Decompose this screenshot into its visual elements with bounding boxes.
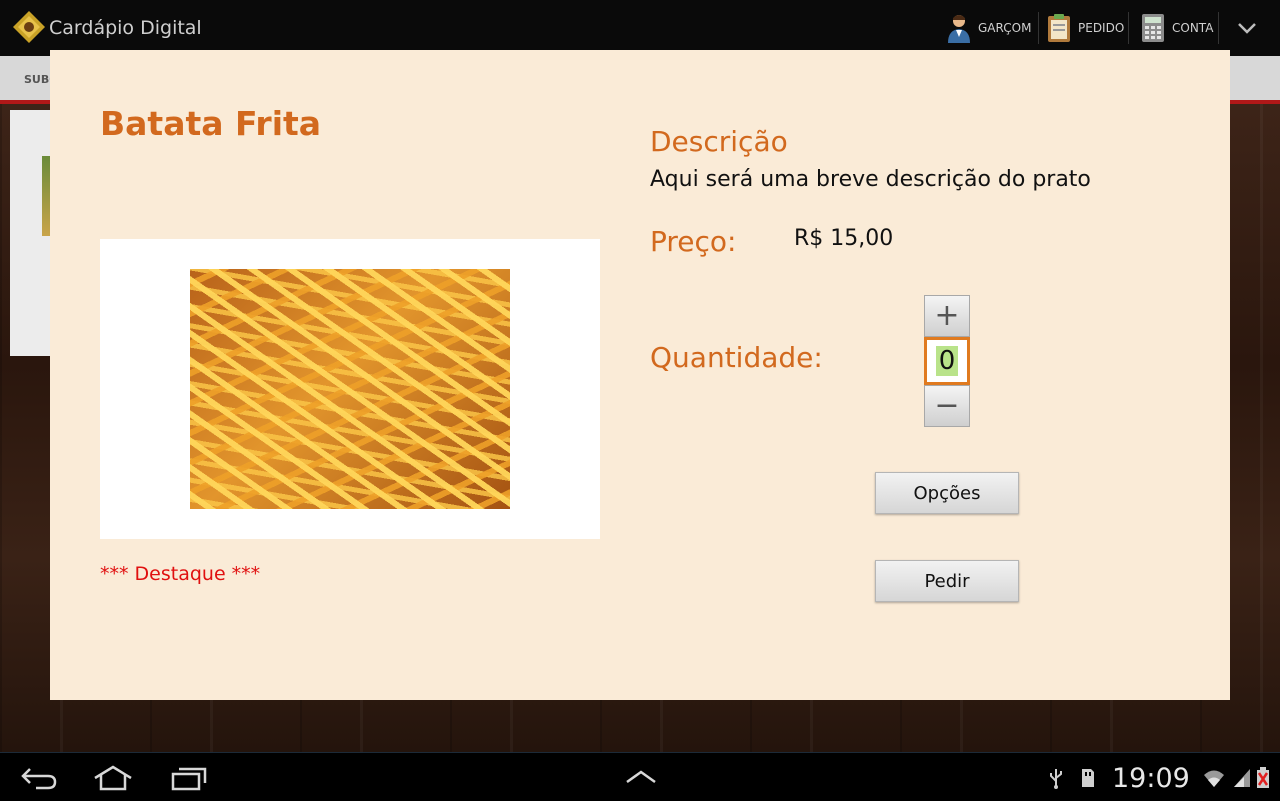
order-button[interactable]: PEDIDO bbox=[1046, 8, 1124, 48]
home-icon[interactable] bbox=[92, 765, 134, 791]
order-clipboard-icon bbox=[1048, 14, 1070, 42]
calculator-icon bbox=[1142, 14, 1164, 42]
price-label: Preço: bbox=[650, 225, 737, 258]
order-label: PEDIDO bbox=[1078, 21, 1125, 35]
waiter-button[interactable]: GARÇOM bbox=[946, 8, 1031, 48]
french-fries-photo bbox=[190, 269, 510, 509]
wifi-icon bbox=[1204, 770, 1224, 787]
waiter-label: GARÇOM bbox=[978, 21, 1032, 35]
system-bar: 19:09 bbox=[0, 752, 1280, 801]
back-icon[interactable] bbox=[20, 765, 58, 791]
description-text: Aqui será uma breve descrição do prato bbox=[650, 167, 1091, 192]
sd-card-icon bbox=[1082, 769, 1094, 787]
bill-button[interactable]: CONTA bbox=[1140, 8, 1213, 48]
product-dialog: Batata Frita *** Destaque *** Descrição … bbox=[50, 50, 1230, 700]
quantity-value: 0 bbox=[935, 346, 959, 376]
chevron-down-icon[interactable] bbox=[1236, 20, 1258, 36]
order-submit-button[interactable]: Pedir bbox=[875, 560, 1019, 602]
increment-button[interactable]: + bbox=[924, 295, 970, 337]
highlight-tag: *** Destaque *** bbox=[100, 563, 261, 585]
separator bbox=[1128, 12, 1129, 44]
up-chevron-icon[interactable] bbox=[624, 769, 658, 785]
recent-apps-icon[interactable] bbox=[170, 765, 208, 791]
price-value: R$ 15,00 bbox=[794, 226, 894, 251]
options-button[interactable]: Opções bbox=[875, 472, 1019, 514]
separator bbox=[1218, 12, 1219, 44]
product-image-frame bbox=[100, 239, 600, 539]
battery-alert-icon bbox=[1257, 767, 1269, 788]
decrement-button[interactable]: − bbox=[924, 385, 970, 427]
separator bbox=[1038, 12, 1039, 44]
quantity-label: Quantidade: bbox=[650, 341, 823, 374]
quantity-stepper: + 0 − bbox=[924, 295, 970, 427]
waiter-icon bbox=[948, 15, 970, 43]
description-label: Descrição bbox=[650, 125, 788, 158]
action-bar: Cardápio Digital GARÇOM PEDIDO CONTA bbox=[0, 0, 1280, 56]
usb-icon bbox=[1050, 769, 1062, 789]
app-title: Cardápio Digital bbox=[49, 17, 202, 39]
app-logo-icon[interactable] bbox=[12, 10, 46, 44]
status-clock: 19:09 bbox=[1112, 763, 1190, 794]
quantity-field[interactable]: 0 bbox=[924, 337, 970, 385]
bill-label: CONTA bbox=[1172, 21, 1214, 35]
product-title: Batata Frita bbox=[100, 104, 322, 143]
signal-icon bbox=[1234, 769, 1250, 787]
